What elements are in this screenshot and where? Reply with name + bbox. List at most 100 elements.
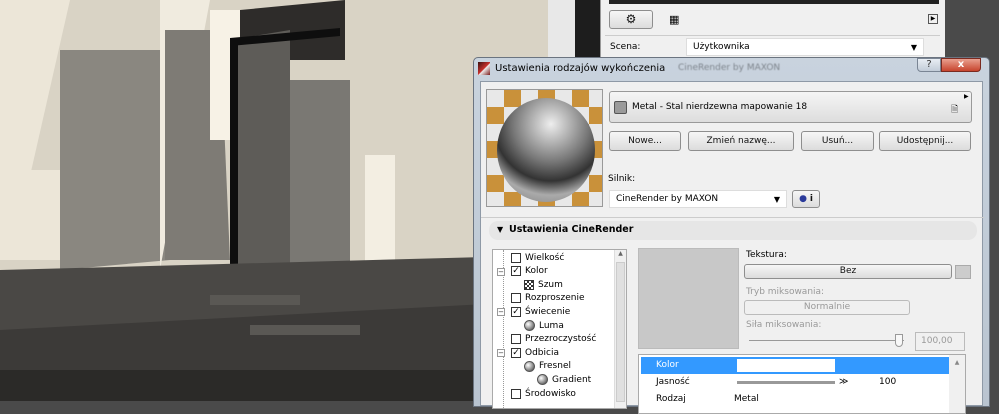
material-selector[interactable]: Metal - Stal nierdzewna mapowanie 18 🗎 ▶ — [609, 91, 972, 123]
tree-item[interactable]: Wielkość — [511, 251, 564, 264]
rename-button[interactable]: Zmień nazwę... — [688, 131, 794, 151]
tree-item-label: Środowisko — [525, 388, 576, 399]
checkbox-unchecked[interactable] — [511, 293, 521, 304]
scroll-up-icon[interactable]: ▲ — [949, 359, 965, 366]
tree-item-label: Gradient — [552, 374, 592, 385]
property-name: Rodzaj — [656, 394, 686, 404]
tree-item[interactable]: ✓ Kolor − — [497, 265, 548, 278]
scene-dropdown[interactable]: Użytkownika ▼ — [686, 38, 924, 56]
shader-sphere-icon — [524, 320, 535, 331]
slider-thumb[interactable] — [895, 334, 903, 347]
shader-sphere-icon — [524, 360, 535, 372]
chevron-down-icon: ▼ — [773, 195, 780, 204]
delete-button[interactable]: Usuń... — [801, 131, 874, 151]
property-row-rodzaj[interactable]: Rodzaj Metal — [641, 391, 949, 408]
folder-icon[interactable] — [955, 265, 971, 279]
checkbox-checked[interactable]: ✓ — [511, 266, 521, 277]
document-icon: 🗎 — [951, 105, 959, 115]
tree-item-label: Świecenie — [525, 306, 571, 317]
collapse-toggle[interactable]: − — [497, 349, 505, 358]
close-button[interactable]: x — [941, 58, 981, 72]
tree-item-label: Wielkość — [525, 252, 565, 263]
section-title: Ustawienia CineRender — [509, 224, 634, 235]
tree-item-label: Przezroczystość — [525, 334, 597, 345]
section-header[interactable]: ▼ Ustawienia CineRender — [489, 221, 977, 240]
channel-tree[interactable]: Wielkość ✓ Kolor − Szum Rozproszenie ✓ Świeceni… — [492, 249, 627, 409]
tree-item-label: Szum — [538, 279, 563, 290]
dialog-body: Metal - Stal nierdzewna mapowanie 18 🗎 ▶… — [480, 81, 984, 414]
surface-settings-dialog: Ustawienia rodzajów wykończenia ? x Meta… — [473, 57, 990, 414]
checkbox-checked[interactable]: ✓ — [511, 347, 521, 358]
tree-item[interactable]: Fresnel — [524, 360, 571, 373]
blend-mode-dropdown[interactable]: Normalnie — [744, 300, 910, 315]
tree-item[interactable]: Gradient — [537, 373, 591, 386]
checkbox-unchecked[interactable] — [511, 334, 521, 345]
blend-strength-label: Siła miksowania: — [746, 320, 822, 330]
scrollbar-thumb[interactable] — [616, 262, 625, 402]
blend-mode-label: Tryb miksowania: — [746, 287, 825, 297]
engine-label: Silnik: — [608, 174, 636, 184]
menu-arrow-icon[interactable]: ▶ — [964, 93, 969, 100]
info-icon: i — [809, 194, 813, 204]
slider-arrow-icon[interactable]: ≫ — [839, 377, 848, 387]
preview-strip — [609, 0, 939, 4]
help-button[interactable]: ? — [917, 58, 941, 72]
engine-value: CineRender by MAXON — [616, 194, 719, 204]
tree-item[interactable]: Szum — [524, 278, 563, 291]
tree-item[interactable]: Luma — [524, 319, 564, 332]
divider — [481, 217, 984, 218]
texture-preview — [638, 248, 739, 349]
property-scrollbar[interactable]: ▲ — [949, 355, 965, 413]
property-value: Metal — [734, 394, 759, 404]
collapse-toggle[interactable]: − — [497, 308, 505, 317]
share-button[interactable]: Udostępnij... — [879, 131, 971, 151]
color-swatch[interactable] — [737, 359, 835, 372]
help-icon: ? — [926, 59, 932, 70]
size-icon — [511, 252, 521, 263]
tree-item-label: Rozproszenie — [525, 293, 585, 304]
tree-item[interactable]: ✓ Odbicia − — [497, 346, 559, 359]
material-preview — [486, 89, 603, 207]
property-row-kolor[interactable]: Kolor — [641, 357, 949, 374]
close-icon: x — [957, 59, 965, 70]
brightness-slider[interactable] — [737, 381, 835, 384]
scene-value: Użytkownika — [693, 42, 750, 52]
property-row-jasnosc[interactable]: Jasność ≫ 100 — [641, 374, 949, 391]
texture-button[interactable]: Bez — [744, 264, 952, 279]
tree-scrollbar[interactable]: ▲ — [614, 250, 626, 408]
gear-icon: ⚙ — [625, 12, 637, 26]
material-swatch — [614, 101, 627, 114]
blend-strength-field[interactable]: 100,00 — [915, 332, 965, 351]
tree-item[interactable]: Rozproszenie — [511, 292, 585, 305]
engine-dropdown[interactable]: CineRender by MAXON ▼ — [609, 190, 787, 208]
checkbox-checked[interactable]: ✓ — [511, 306, 521, 317]
collapse-toggle[interactable]: − — [497, 267, 505, 276]
app-icon — [478, 62, 490, 75]
texture-label: Tekstura: — [746, 250, 787, 260]
tree-item-label: Odbicia — [525, 347, 559, 358]
property-name: Jasność — [656, 377, 690, 387]
settings-tab-button[interactable]: ⚙ — [609, 10, 653, 29]
new-button[interactable]: Nowe... — [609, 131, 681, 151]
cinema4d-icon: ● — [799, 194, 807, 204]
blurred-engine-text: CineRender by MAXON — [678, 63, 781, 73]
blend-strength-slider[interactable] — [749, 334, 904, 347]
dialog-title: Ustawienia rodzajów wykończenia — [495, 63, 666, 74]
expand-arrow-button[interactable]: ▶ — [928, 14, 938, 24]
collapse-triangle-icon: ▼ — [497, 225, 504, 234]
noise-icon — [524, 279, 534, 290]
checkbox-unchecked[interactable] — [511, 388, 521, 399]
property-value: 100 — [879, 377, 897, 387]
scroll-up-icon[interactable]: ▲ — [615, 250, 626, 257]
layout-icon[interactable]: ▦ — [669, 13, 679, 26]
chevron-down-icon: ▼ — [910, 43, 917, 52]
engine-info-button[interactable]: ● i — [792, 190, 820, 208]
property-name: Kolor — [656, 360, 679, 370]
tree-item[interactable]: Środowisko — [511, 387, 576, 400]
tree-item-label: Luma — [539, 320, 564, 331]
tree-item[interactable]: ✓ Świecenie − — [497, 305, 571, 318]
tree-item[interactable]: Przezroczystość — [511, 333, 596, 346]
property-list[interactable]: Kolor Jasność ≫ 100 Rodzaj Metal ▲ — [638, 354, 966, 414]
tree-item-label: Fresnel — [539, 361, 571, 372]
material-name: Metal - Stal nierdzewna mapowanie 18 — [632, 102, 808, 112]
